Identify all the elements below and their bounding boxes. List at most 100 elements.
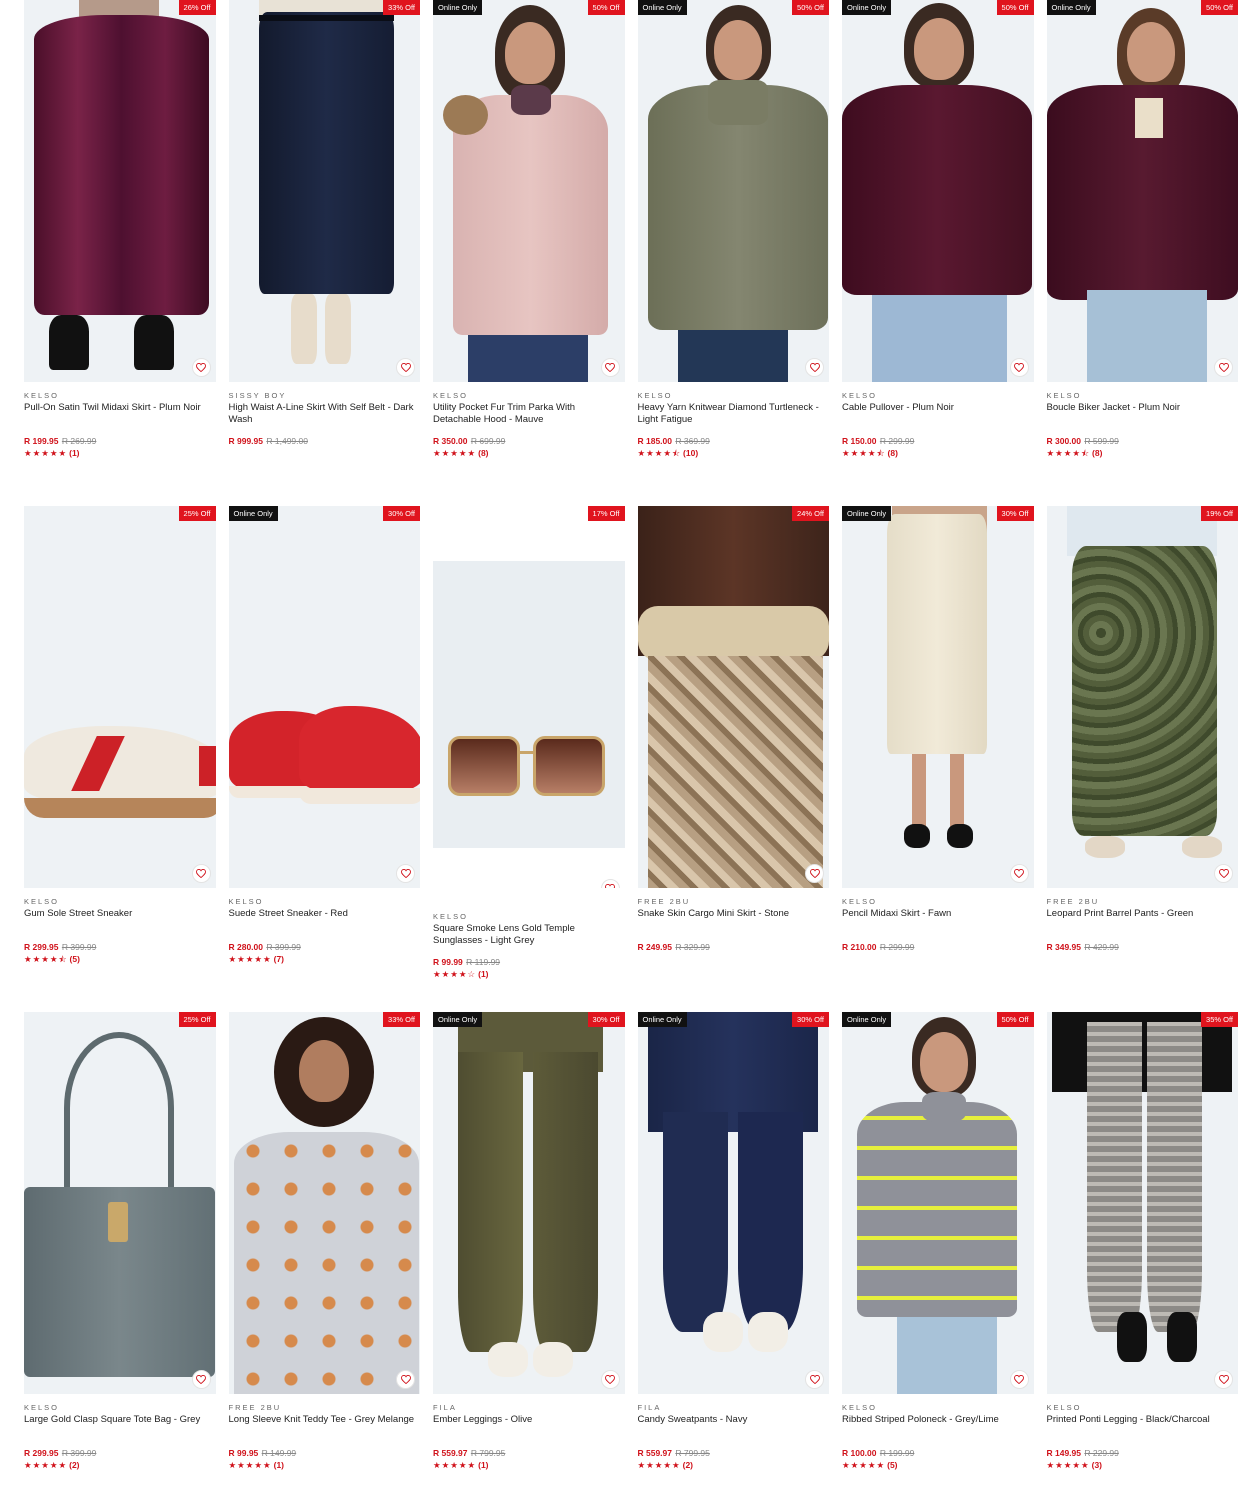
product-card[interactable]: Online Only 50% Off KELSO Heavy Yarn Kni… [637,0,830,506]
wishlist-button[interactable] [191,358,211,377]
current-price: R 559.97 [637,1448,673,1458]
product-name[interactable]: Cable Pullover - Plum Noir [842,402,1034,436]
product-rating[interactable]: ★★★★★ (3) [1047,1460,1239,1471]
product-rating[interactable]: ★★★★⯪ (5) [24,954,216,965]
product-image[interactable]: 33% Off [228,0,420,382]
wishlist-button[interactable] [805,1370,824,1389]
product-image[interactable]: 26% Off [24,0,216,382]
product-name[interactable]: Suede Street Sneaker - Red [229,908,421,942]
product-card[interactable]: 35% Off KELSO Printed Ponti Legging - Bl… [1046,1012,1239,1509]
discount-badge: 50% Off [792,0,829,15]
product-image[interactable]: 25% Off [24,1012,216,1394]
product-price: R 149.95 R 229.99 [1047,1448,1239,1459]
product-card[interactable]: 19% Off FREE 2BU Leopard Print Barrel Pa… [1046,506,1239,1012]
product-rating[interactable]: ★★★★★ (7) [229,954,421,965]
product-image[interactable]: Online Only 30% Off [842,506,1034,888]
wishlist-button[interactable] [1009,358,1029,377]
wishlist-button[interactable] [1214,864,1233,883]
product-card[interactable]: 25% Off KELSO Gum Sole Street Sneaker R … [24,506,216,1012]
product-card[interactable]: 33% Off SISSY BOY High Waist A-Line Skir… [228,0,421,506]
star-rating-icon: ★★★★★ [1046,1460,1090,1470]
product-card[interactable]: 24% Off FREE 2BU Snake Skin Cargo Mini S… [637,506,830,1012]
product-rating[interactable]: ★★★★★ (2) [638,1460,830,1471]
product-rating[interactable]: ★★★★★ (8) [433,448,625,459]
wishlist-button[interactable] [805,864,824,883]
product-card[interactable]: Online Only 30% Off KELSO Pencil Midaxi … [842,506,1034,1012]
product-card[interactable]: Online Only 30% Off KELSO Suede Street S… [228,506,421,1012]
wishlist-button[interactable] [1214,1370,1233,1389]
product-image[interactable]: 35% Off [1046,1012,1238,1394]
product-name[interactable]: Gum Sole Street Sneaker [24,908,216,942]
product-image[interactable]: Online Only 30% Off [228,506,420,888]
product-image[interactable]: 17% Off [433,506,625,888]
product-name[interactable]: High Waist A-Line Skirt With Self Belt -… [229,402,421,436]
wishlist-button[interactable] [805,358,824,377]
product-name[interactable]: Large Gold Clasp Square Tote Bag - Grey [24,1414,216,1448]
product-name[interactable]: Ember Leggings - Olive [433,1414,625,1448]
product-rating[interactable]: ★★★★⯪ (8) [842,448,1034,459]
wishlist-button[interactable] [396,358,415,377]
product-rating[interactable]: ★★★★★ (1) [433,1460,625,1471]
wishlist-button[interactable] [600,1370,620,1389]
wishlist-button[interactable] [600,358,620,377]
product-name[interactable]: Candy Sweatpants - Navy [638,1414,830,1448]
product-rating[interactable]: ★★★★★ (1) [229,1460,421,1471]
product-info: FREE 2BU Snake Skin Cargo Mini Skirt - S… [638,888,830,965]
current-price: R 150.00 [842,436,877,446]
product-name[interactable]: Boucle Biker Jacket - Plum Noir [1047,402,1239,436]
product-card[interactable]: 26% Off KELSO Pull-On Satin Twil Midaxi … [24,0,216,506]
wishlist-button[interactable] [600,879,620,888]
product-name[interactable]: Ribbed Striped Poloneck - Grey/Lime [842,1414,1034,1448]
product-card[interactable]: Online Only 30% Off FILA Ember Leggings … [433,1012,625,1509]
product-image[interactable]: 33% Off [228,1012,420,1394]
product-image[interactable]: 19% Off [1046,506,1238,888]
product-image[interactable]: Online Only 50% Off [842,1012,1034,1394]
current-price: R 99.95 [228,1448,259,1458]
product-image[interactable]: Online Only 30% Off [637,1012,829,1394]
wishlist-button[interactable] [191,1370,211,1389]
product-image[interactable]: Online Only 50% Off [1046,0,1238,382]
wishlist-button[interactable] [191,864,211,883]
review-count: (1) [478,969,489,979]
current-price: R 999.95 [228,436,264,446]
product-rating[interactable]: ★★★★★ (5) [842,1460,1034,1471]
wishlist-button[interactable] [396,1370,415,1389]
wishlist-button[interactable] [1214,358,1233,377]
product-name[interactable]: Long Sleeve Knit Teddy Tee - Grey Melang… [229,1414,421,1448]
product-name[interactable]: Printed Ponti Legging - Black/Charcoal [1047,1414,1239,1448]
product-image[interactable]: Online Only 30% Off [433,1012,625,1394]
product-info: KELSO Large Gold Clasp Square Tote Bag -… [24,1394,216,1471]
product-card[interactable]: Online Only 30% Off FILA Candy Sweatpant… [637,1012,830,1509]
wishlist-button[interactable] [1009,1370,1029,1389]
star-rating-icon: ★★★★★ [842,1460,886,1470]
product-name[interactable]: Pencil Midaxi Skirt - Fawn [842,908,1034,942]
product-card[interactable]: Online Only 50% Off KELSO Ribbed Striped… [842,1012,1034,1509]
wishlist-button[interactable] [1009,864,1029,883]
product-card[interactable]: Online Only 50% Off KELSO Utility Pocket… [433,0,625,506]
product-rating[interactable]: ★★★★★ (2) [24,1460,216,1471]
product-card[interactable]: 25% Off KELSO Large Gold Clasp Square To… [24,1012,216,1509]
product-image[interactable]: Online Only 50% Off [842,0,1034,382]
product-name[interactable]: Leopard Print Barrel Pants - Green [1047,908,1239,942]
star-rating-icon: ★★★★★ [24,1460,68,1470]
product-name[interactable]: Pull-On Satin Twil Midaxi Skirt - Plum N… [24,402,216,436]
product-image[interactable]: 24% Off [637,506,829,888]
product-name[interactable]: Utility Pocket Fur Trim Parka With Detac… [433,402,625,436]
product-rating[interactable]: ★★★★⯪ (8) [1047,448,1239,459]
product-name[interactable]: Square Smoke Lens Gold Temple Sunglasses… [433,923,625,957]
product-card[interactable]: Online Only 50% Off KELSO Boucle Biker J… [1046,0,1239,506]
product-card[interactable]: 17% Off KELSO Square Smoke Lens Gold Tem… [433,506,625,1012]
product-brand: KELSO [433,391,469,400]
product-card[interactable]: 33% Off FREE 2BU Long Sleeve Knit Teddy … [228,1012,421,1509]
product-rating[interactable]: ★★★★★ (1) [24,448,216,459]
product-name[interactable]: Heavy Yarn Knitwear Diamond Turtleneck -… [638,402,830,436]
product-image[interactable]: Online Only 50% Off [433,0,625,382]
wishlist-button[interactable] [396,864,415,883]
product-card[interactable]: Online Only 50% Off KELSO Cable Pullover… [842,0,1034,506]
product-name[interactable]: Snake Skin Cargo Mini Skirt - Stone [638,908,830,942]
product-image[interactable]: Online Only 50% Off [637,0,829,382]
product-image[interactable]: 25% Off [24,506,216,888]
product-rating[interactable]: ★★★★☆ (1) [433,969,625,980]
product-rating[interactable]: ★★★★⯪ (10) [638,448,830,459]
original-price: R 599.99 [1084,436,1119,446]
